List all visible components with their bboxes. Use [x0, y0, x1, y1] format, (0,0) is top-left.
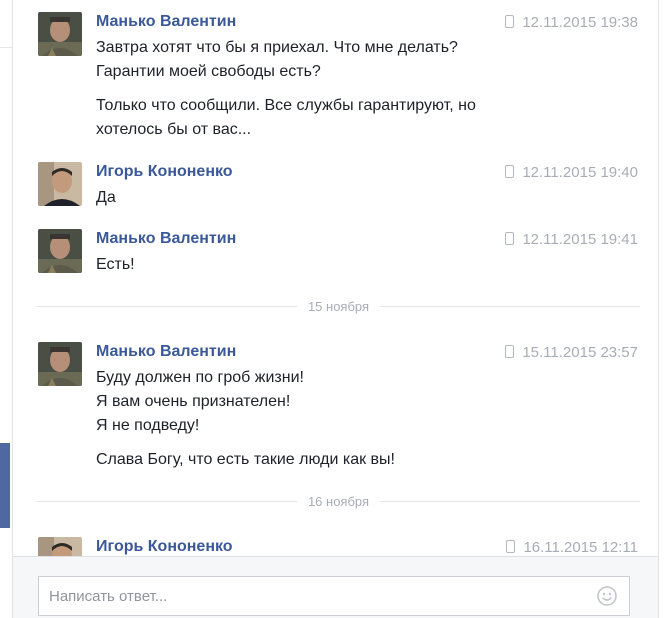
date-divider: 15 ноября [37, 297, 640, 317]
timestamp: 15.11.2015 23:57 [505, 343, 638, 363]
message-text: Буду должен по гроб жизни! [96, 369, 304, 386]
reply-composer [13, 556, 658, 618]
message-text: Я не подведу! [96, 417, 200, 434]
timestamp: 12.11.2015 19:38 [505, 13, 638, 33]
timestamp-text: 12.11.2015 19:41 [522, 231, 638, 248]
message: Манько Валентин 15.11.2015 23:57 Буду до… [38, 342, 638, 474]
message-text: Гарантии моей свободы есть? [96, 63, 321, 80]
timestamp: 16.11.2015 12:11 [506, 538, 638, 556]
reply-input[interactable] [39, 577, 609, 615]
timestamp-text: 16.11.2015 12:11 [523, 539, 638, 556]
timestamp-text: 15.11.2015 23:57 [522, 344, 638, 361]
gutter-divider [0, 47, 12, 48]
message: Манько Валентин 12.11.2015 19:41 Есть! [38, 229, 638, 279]
author-name[interactable]: Игорь Кононенко [96, 537, 233, 556]
phone-icon [505, 345, 515, 358]
date-divider: 16 ноября [37, 492, 640, 512]
timestamp-text: 12.11.2015 19:38 [522, 14, 638, 31]
avatar[interactable] [38, 229, 82, 273]
avatar[interactable] [38, 12, 82, 56]
message-thread[interactable]: Манько Валентин 12.11.2015 19:38 Завтра … [13, 0, 658, 556]
message-text: Есть! [96, 256, 135, 273]
author-name[interactable]: Манько Валентин [96, 342, 236, 362]
phone-icon [505, 232, 515, 245]
phone-icon [506, 540, 516, 553]
message-text: Да [96, 189, 116, 206]
avatar[interactable] [38, 537, 82, 556]
author-name[interactable]: Манько Валентин [96, 229, 236, 249]
message: Игорь Кононенко 16.11.2015 12:11 [38, 537, 638, 556]
phone-icon [505, 15, 515, 28]
message-text: Завтра хотят что бы я приехал. Что мне д… [96, 39, 458, 56]
conversation-panel: Манько Валентин 12.11.2015 19:38 Завтра … [12, 0, 659, 618]
message-text: хотелось бы от вас... [96, 121, 252, 138]
timestamp: 12.11.2015 19:40 [505, 163, 638, 183]
smiley-icon[interactable] [597, 586, 617, 606]
author-name[interactable]: Игорь Кононенко [96, 162, 233, 182]
timestamp-text: 12.11.2015 19:40 [522, 164, 638, 181]
message-text: Слава Богу, что есть такие люди как вы! [96, 451, 395, 468]
message: Манько Валентин 12.11.2015 19:38 Завтра … [38, 12, 638, 142]
date-divider-label: 16 ноября [307, 494, 370, 509]
phone-icon [505, 165, 515, 178]
left-gutter [0, 0, 12, 618]
message: Игорь Кононенко 12.11.2015 19:40 Да [38, 162, 638, 212]
avatar[interactable] [38, 342, 82, 386]
author-name[interactable]: Манько Валентин [96, 12, 236, 32]
timestamp: 12.11.2015 19:41 [505, 230, 638, 250]
side-tab[interactable] [0, 443, 10, 528]
reply-box[interactable] [38, 576, 630, 616]
message-text: Только что сообщили. Все службы гарантир… [96, 97, 476, 114]
message-text: Я вам очень признателен! [96, 393, 291, 410]
avatar[interactable] [38, 162, 82, 206]
date-divider-label: 15 ноября [307, 299, 370, 314]
